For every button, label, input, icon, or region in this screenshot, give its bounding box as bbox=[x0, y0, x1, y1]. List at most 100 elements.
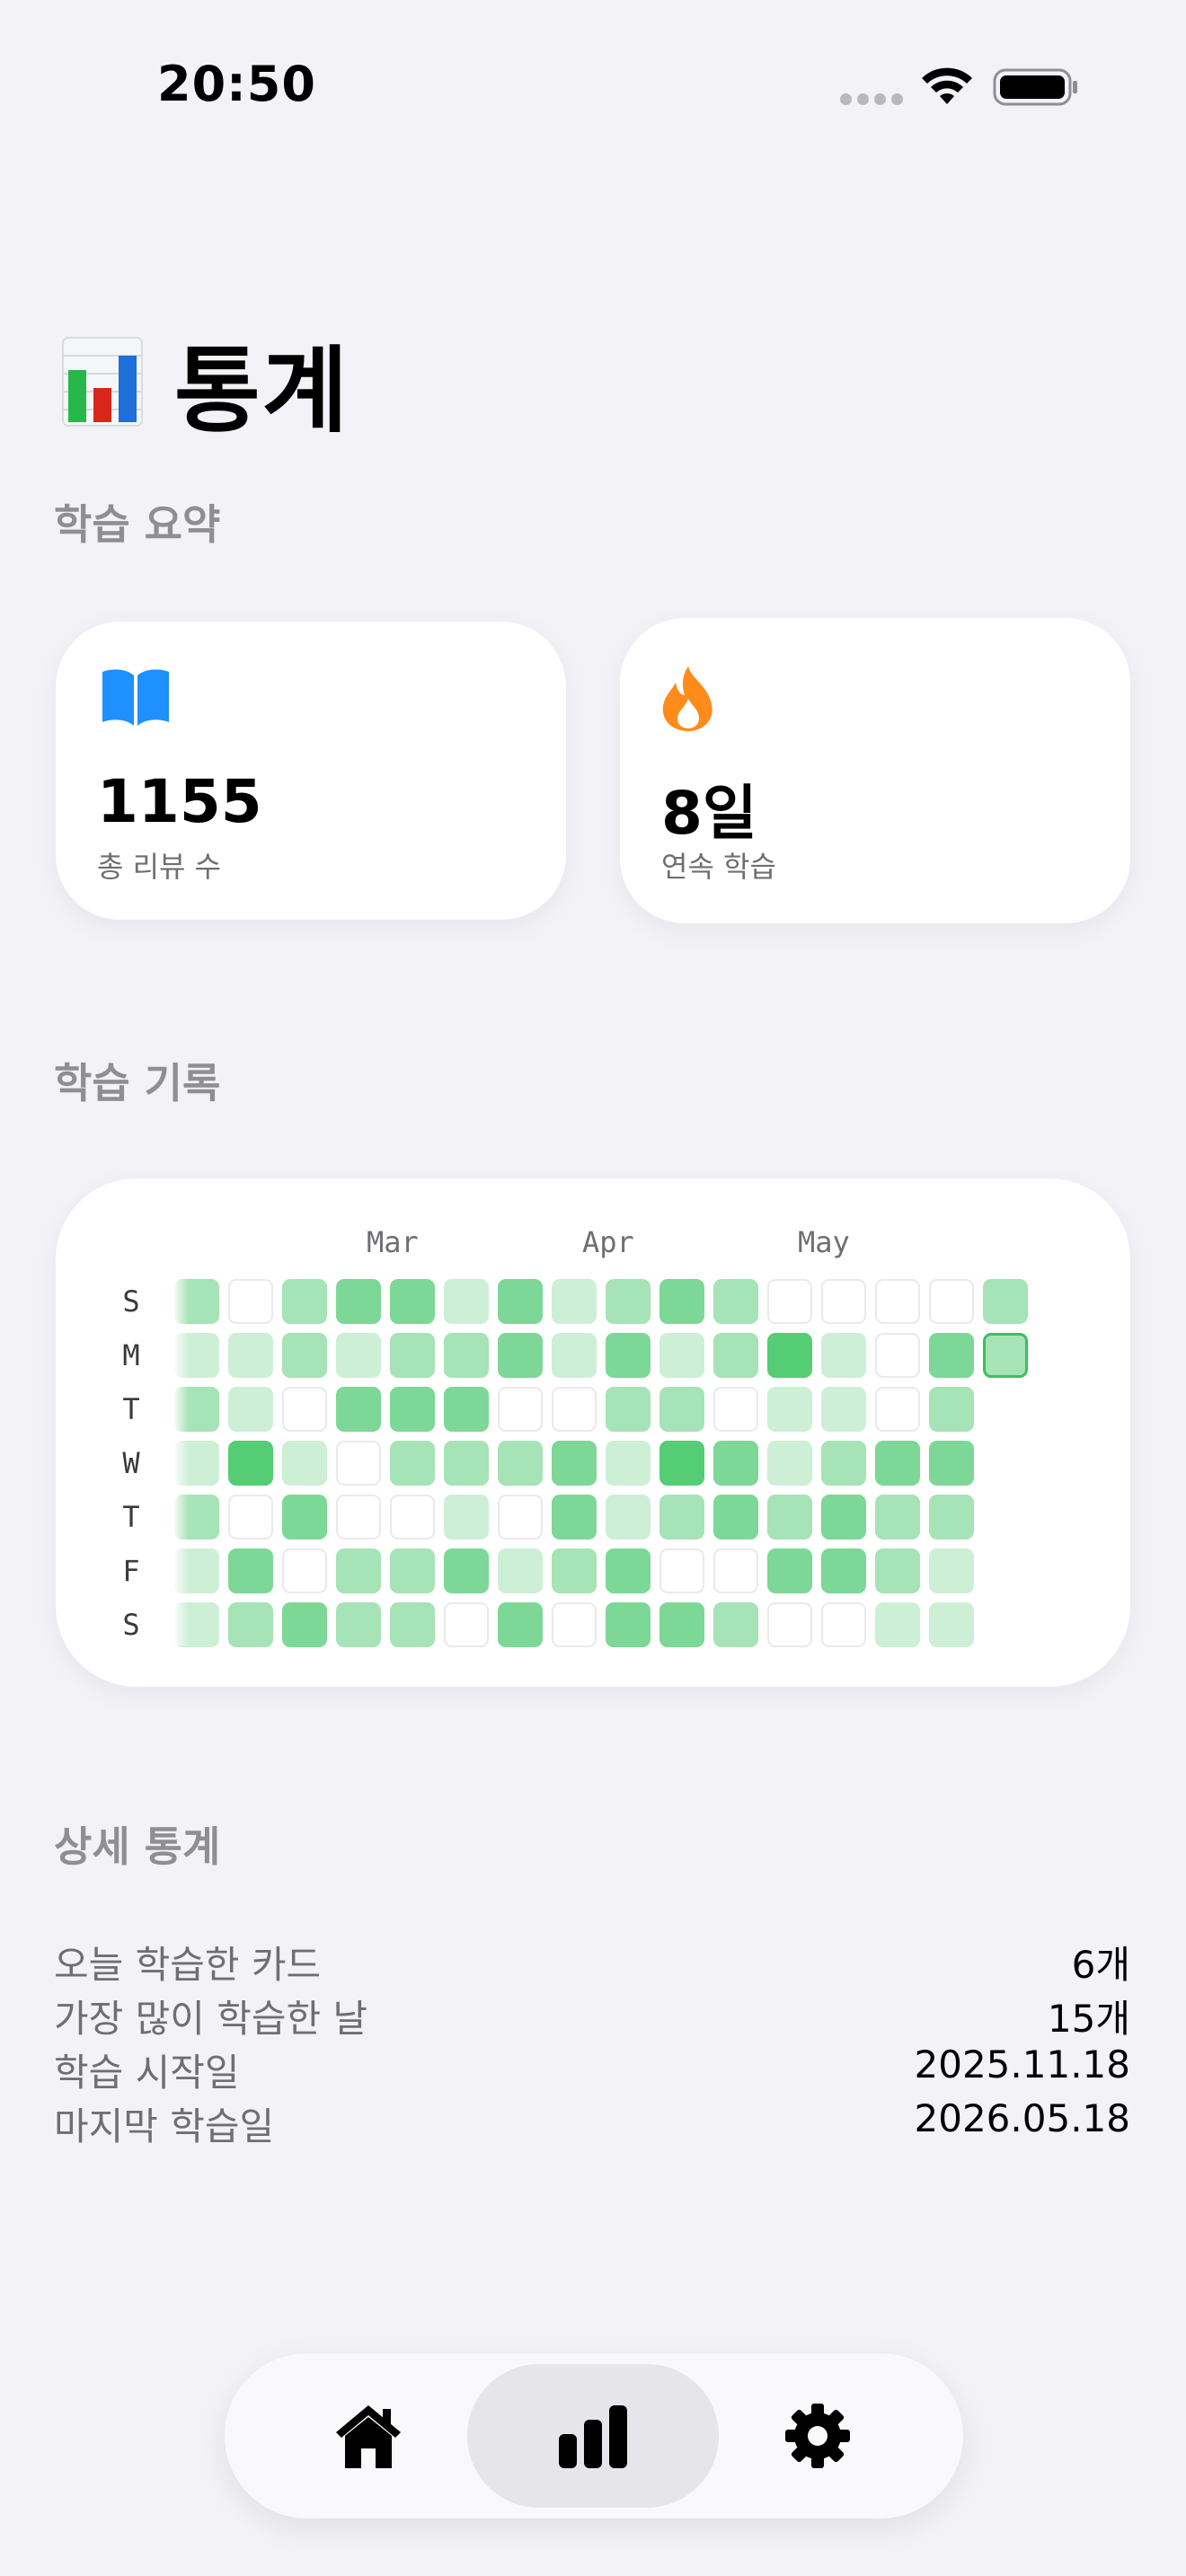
heatmap-cell bbox=[659, 1279, 704, 1324]
detail-row-max-day: 가장 많이 학습한 날 15개 bbox=[54, 1989, 1130, 2042]
status-time: 20:50 bbox=[157, 56, 316, 112]
heatmap-cell bbox=[444, 1387, 489, 1432]
detail-label: 가장 많이 학습한 날 bbox=[54, 1997, 368, 2041]
heatmap-cell bbox=[336, 1495, 381, 1539]
tab-home[interactable] bbox=[243, 2364, 494, 2508]
detail-label: 오늘 학습한 카드 bbox=[54, 1943, 322, 1987]
heatmap-cell bbox=[606, 1495, 651, 1539]
heatmap-cell bbox=[282, 1441, 327, 1486]
heatmap-cell bbox=[498, 1333, 543, 1378]
heatmap-cell bbox=[390, 1387, 435, 1432]
heatmap-cell bbox=[929, 1387, 974, 1432]
settings-icon bbox=[785, 2404, 850, 2468]
heatmap-cell bbox=[390, 1441, 435, 1486]
bar-chart-emoji-icon bbox=[62, 337, 143, 427]
heatmap-cell bbox=[875, 1387, 920, 1432]
detail-value: 6개 bbox=[1071, 1943, 1130, 1987]
heatmap-cell bbox=[821, 1387, 866, 1432]
heatmap-cell bbox=[875, 1279, 920, 1324]
heatmap-cell bbox=[282, 1387, 327, 1432]
streak-value: 8일 bbox=[661, 779, 757, 848]
heatmap-cell bbox=[390, 1548, 435, 1593]
cellular-signal-icon bbox=[840, 93, 903, 106]
detail-row-start-date: 학습 시작일 2025.11.18 bbox=[54, 2042, 1130, 2096]
heatmap-cell bbox=[659, 1495, 704, 1539]
heatmap-cell-today bbox=[983, 1333, 1028, 1378]
heatmap-cell bbox=[282, 1495, 327, 1539]
heatmap-cell bbox=[606, 1279, 651, 1324]
total-reviews-card: 1155 총 리뷰 수 bbox=[56, 622, 566, 920]
heatmap-cell bbox=[821, 1602, 866, 1647]
wifi-icon bbox=[922, 67, 972, 104]
tab-settings[interactable] bbox=[692, 2364, 943, 2508]
heatmap-cell bbox=[821, 1495, 866, 1539]
heatmap-cell bbox=[552, 1495, 597, 1539]
home-icon bbox=[336, 2405, 401, 2468]
streak-label: 연속 학습 bbox=[661, 850, 776, 884]
heatmap-cell bbox=[606, 1441, 651, 1486]
heatmap-cell bbox=[228, 1279, 273, 1324]
heatmap-cell bbox=[929, 1441, 974, 1486]
summary-section-header: 학습 요약 bbox=[54, 500, 221, 549]
heatmap-cell bbox=[498, 1602, 543, 1647]
heatmap-cell bbox=[767, 1441, 812, 1486]
heatmap-cell bbox=[821, 1279, 866, 1324]
streak-card: 8일 연속 학습 bbox=[620, 618, 1130, 923]
flame-icon bbox=[662, 666, 712, 731]
heatmap-cell bbox=[606, 1333, 651, 1378]
heatmap-cell bbox=[498, 1387, 543, 1432]
heatmap-cell bbox=[875, 1548, 920, 1593]
tab-stats[interactable] bbox=[467, 2364, 719, 2508]
heatmap-cell bbox=[444, 1495, 489, 1539]
heatmap-cell bbox=[498, 1548, 543, 1593]
heatmap-cell bbox=[821, 1333, 866, 1378]
heatmap-cell bbox=[659, 1333, 704, 1378]
heatmap-cell bbox=[228, 1495, 273, 1539]
heatmap-cell bbox=[713, 1548, 758, 1593]
detail-value: 15개 bbox=[1047, 1997, 1130, 2041]
heatmap-cell bbox=[336, 1279, 381, 1324]
history-section-header: 학습 기록 bbox=[54, 1059, 221, 1107]
tab-bar bbox=[225, 2353, 963, 2519]
page-title-text: 통계 bbox=[174, 335, 350, 446]
heatmap-cell bbox=[336, 1387, 381, 1432]
heatmap-cell bbox=[390, 1333, 435, 1378]
heatmap-cell bbox=[875, 1333, 920, 1378]
heatmap-cell bbox=[282, 1279, 327, 1324]
heatmap-cell bbox=[444, 1333, 489, 1378]
page-title: 통계 bbox=[61, 332, 350, 446]
heatmap-cell bbox=[606, 1548, 651, 1593]
total-reviews-value: 1155 bbox=[97, 767, 262, 836]
heatmap-cell bbox=[713, 1333, 758, 1378]
heatmap-scroll-fade bbox=[173, 1277, 189, 1645]
heatmap-cell bbox=[929, 1495, 974, 1539]
heatmap-cell bbox=[282, 1333, 327, 1378]
heatmap-cell bbox=[929, 1602, 974, 1647]
heatmap-cell bbox=[282, 1548, 327, 1593]
detail-label: 학습 시작일 bbox=[54, 2051, 240, 2095]
heatmap-cell bbox=[767, 1279, 812, 1324]
heatmap-grid bbox=[56, 1178, 1130, 1687]
details-section-header: 상세 통계 bbox=[54, 1822, 221, 1871]
detail-value: 2025.11.18 bbox=[914, 2042, 1130, 2086]
heatmap-cell bbox=[929, 1333, 974, 1378]
heatmap-cell bbox=[336, 1333, 381, 1378]
heatmap-cell bbox=[282, 1602, 327, 1647]
heatmap-cell bbox=[929, 1279, 974, 1324]
heatmap-cell bbox=[390, 1602, 435, 1647]
heatmap-cell bbox=[875, 1602, 920, 1647]
heatmap-cell bbox=[606, 1387, 651, 1432]
total-reviews-label: 총 리뷰 수 bbox=[97, 850, 222, 884]
heatmap-cell bbox=[444, 1279, 489, 1324]
heatmap-cell bbox=[713, 1602, 758, 1647]
heatmap-cell bbox=[659, 1441, 704, 1486]
heatmap-cell bbox=[929, 1548, 974, 1593]
heatmap-cell bbox=[228, 1387, 273, 1432]
heatmap-cell bbox=[983, 1279, 1028, 1324]
heatmap-cell bbox=[444, 1548, 489, 1593]
heatmap-cell bbox=[228, 1333, 273, 1378]
detail-label: 마지막 학습일 bbox=[54, 2104, 275, 2148]
heatmap-cell bbox=[767, 1548, 812, 1593]
heatmap-cell bbox=[552, 1387, 597, 1432]
status-bar: 20:50 bbox=[0, 0, 1186, 180]
